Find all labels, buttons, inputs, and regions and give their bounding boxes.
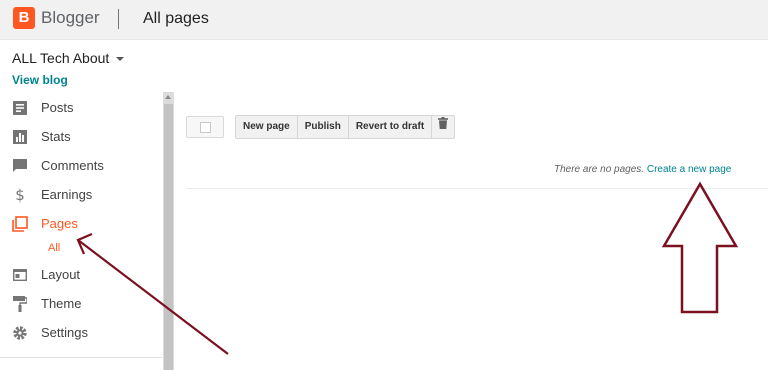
view-blog-link[interactable]: View blog: [12, 73, 68, 87]
sidebar-label-earnings: Earnings: [41, 187, 93, 202]
sidebar-divider: [0, 357, 162, 358]
empty-state-text: There are no pages.: [554, 164, 645, 175]
gear-icon: [12, 325, 28, 341]
trash-icon: [438, 116, 449, 138]
empty-state-message: There are no pages. Create a new page: [554, 164, 731, 176]
sidebar-item-settings[interactable]: Settings: [12, 323, 88, 343]
sidebar-label-pages: Pages: [41, 216, 78, 231]
select-all-checkbox[interactable]: [186, 116, 224, 138]
publish-button[interactable]: Publish: [298, 116, 349, 138]
revert-to-draft-button[interactable]: Revert to draft: [349, 116, 433, 138]
blog-selector[interactable]: ALL Tech About: [12, 49, 125, 67]
sidebar-item-layout[interactable]: Layout: [12, 265, 80, 285]
blogger-logo[interactable]: B: [13, 7, 35, 29]
sidebar-item-theme[interactable]: Theme: [12, 294, 81, 314]
sidebar-subitem-all[interactable]: All: [48, 242, 60, 255]
page-title: All pages: [143, 10, 209, 27]
sidebar-label-comments: Comments: [41, 158, 104, 173]
scroll-up-icon[interactable]: [165, 95, 171, 99]
theme-icon: [12, 296, 28, 312]
comments-icon: [12, 158, 28, 174]
posts-icon: [12, 100, 28, 116]
logo-letter: B: [18, 9, 30, 26]
delete-button[interactable]: [432, 116, 454, 138]
scrollbar-thumb[interactable]: [164, 104, 173, 370]
layout-icon: [12, 267, 28, 283]
sidebar-item-stats[interactable]: Stats: [12, 127, 71, 147]
svg-text:$: $: [15, 187, 25, 203]
sidebar-label-layout: Layout: [41, 267, 81, 282]
brand-name: Blogger: [41, 8, 100, 27]
annotation-diagonal-arrow: [76, 232, 229, 355]
sidebar-item-pages[interactable]: Pages: [12, 214, 78, 234]
blog-name: ALL Tech About: [12, 50, 110, 66]
sidebar-item-earnings[interactable]: $ Earnings: [12, 185, 92, 205]
sidebar-label-theme: Theme: [41, 296, 82, 311]
annotation-up-arrow: [661, 181, 739, 314]
page-actions-toolbar: New page Publish Revert to draft: [235, 115, 456, 139]
sidebar-label-posts: Posts: [41, 100, 74, 115]
top-header: B Blogger All pages: [0, 0, 768, 40]
chevron-down-icon: [116, 57, 125, 62]
sidebar-scrollbar[interactable]: [163, 92, 174, 370]
create-new-page-link[interactable]: Create a new page: [647, 164, 732, 175]
pages-icon: [12, 216, 28, 232]
stats-icon: [12, 129, 28, 145]
sidebar-item-comments[interactable]: Comments: [12, 156, 104, 176]
checkbox-square: [200, 122, 211, 133]
sidebar-label-stats: Stats: [41, 129, 71, 144]
sidebar-label-settings: Settings: [41, 325, 88, 340]
sidebar-item-posts[interactable]: Posts: [12, 98, 74, 118]
header-divider: [118, 9, 119, 29]
dollar-icon: $: [12, 187, 28, 203]
content-divider: [186, 188, 768, 189]
new-page-button[interactable]: New page: [236, 116, 298, 138]
